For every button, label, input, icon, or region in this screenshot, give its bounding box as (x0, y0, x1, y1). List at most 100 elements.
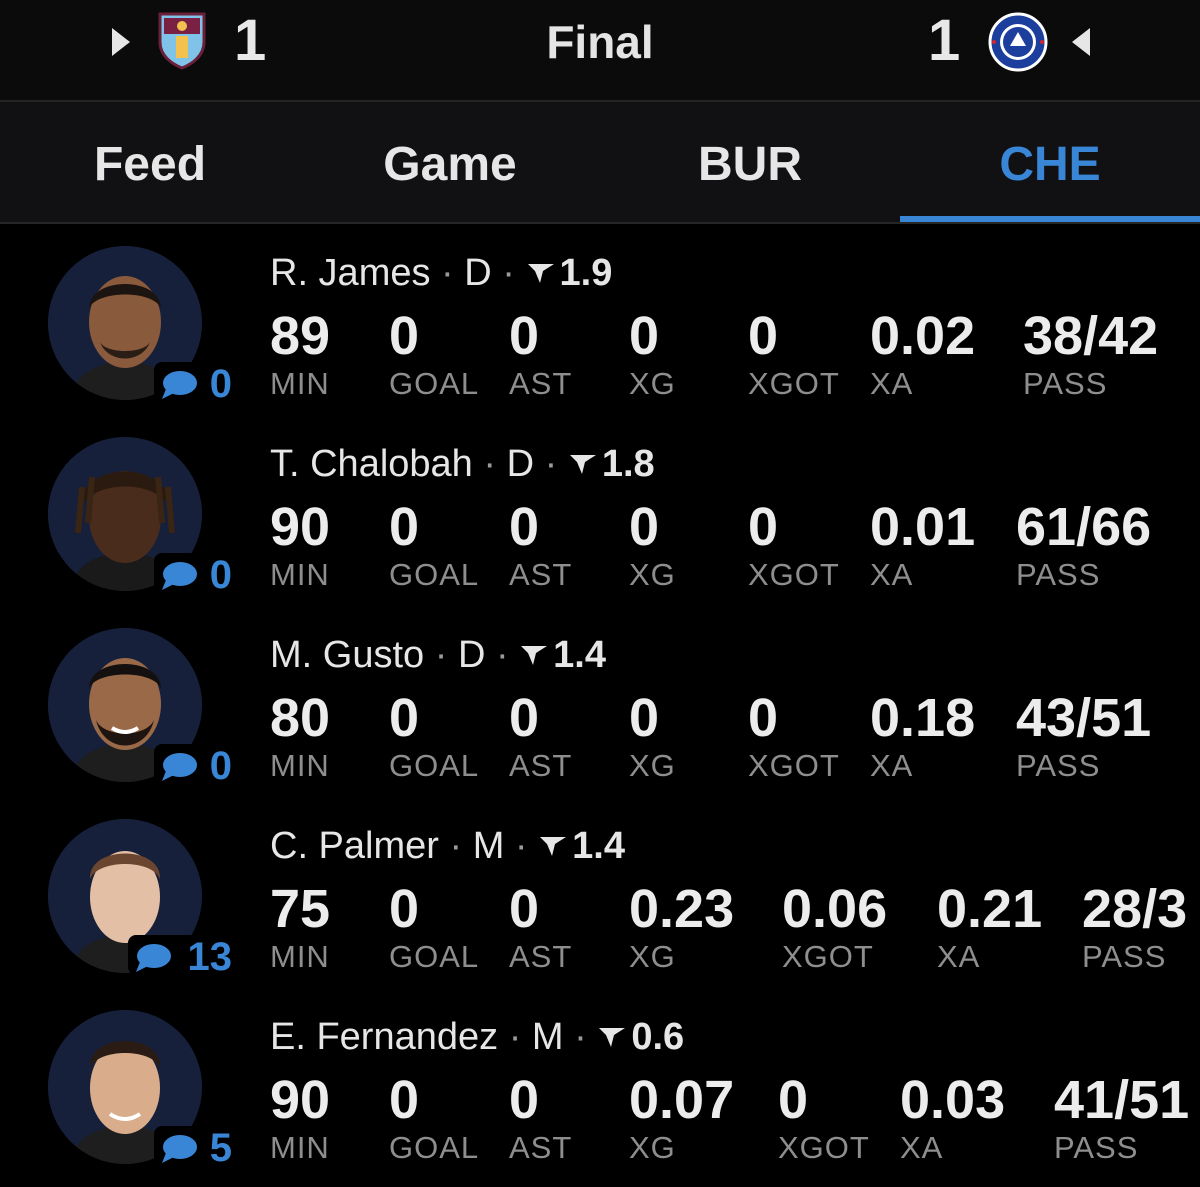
expand-left-arrow-icon[interactable] (1072, 28, 1090, 56)
stat-xa: 0.03 (900, 1070, 1006, 1130)
stat-xg: 0.07 (629, 1070, 735, 1130)
stat-pass: 43/51 (1016, 688, 1152, 748)
label-ast: AST (509, 748, 573, 783)
rating-flag-icon (521, 645, 548, 665)
label-min: MIN (270, 748, 330, 783)
comments-button[interactable]: 0 (154, 362, 232, 406)
player-name-line: R. James · D · 1.9 (270, 252, 613, 294)
stat-goal: 0 (389, 688, 420, 748)
stat-pass: 28/3 (1082, 879, 1188, 939)
label-xa: XA (900, 1130, 944, 1165)
label-xgot: XGOT (778, 1130, 870, 1165)
player-rating: 1.4 (572, 825, 625, 867)
tab-che[interactable]: CHE (900, 102, 1200, 222)
label-goal: GOAL (389, 1130, 480, 1165)
label-xa: XA (870, 557, 914, 592)
rating-flag-icon (527, 263, 554, 283)
stat-xg: 0 (629, 306, 660, 366)
stat-xgot: 0 (748, 688, 779, 748)
label-ast: AST (509, 366, 573, 401)
label-xg: XG (629, 1130, 676, 1165)
rating-flag-icon (599, 1027, 626, 1047)
player-position: D (457, 634, 486, 676)
stat-goal: 0 (389, 306, 420, 366)
comment-bubble-icon (162, 753, 197, 781)
active-tab-indicator (900, 216, 1200, 222)
comments-button[interactable]: 13 (128, 935, 232, 979)
player-name: M. Gusto (270, 634, 425, 676)
stat-ast: 0 (509, 306, 540, 366)
player-name-line: C. Palmer · M · 1.4 (270, 825, 625, 867)
stat-pass: 38/42 (1023, 306, 1159, 366)
player-row[interactable]: 13 C. Palmer · M · 1.4 75 0 0 0.23 0.06 … (0, 797, 1200, 988)
label-xa: XA (870, 748, 914, 783)
label-pass: PASS (1016, 748, 1101, 783)
label-goal: GOAL (389, 748, 480, 783)
comments-button[interactable]: 0 (154, 553, 232, 597)
comments-button[interactable]: 0 (154, 744, 232, 788)
label-goal: GOAL (389, 557, 480, 592)
comment-count: 13 (187, 935, 233, 979)
player-name: R. James (270, 252, 431, 294)
player-name-line: M. Gusto · D · 1.4 (270, 634, 606, 676)
label-pass: PASS (1023, 366, 1108, 401)
stat-min: 90 (270, 497, 331, 557)
stat-ast: 0 (509, 1070, 540, 1130)
label-pass: PASS (1016, 557, 1101, 592)
player-row[interactable]: 0 R. James · D · 1.9 89 0 0 0 0 0.02 38/… (0, 224, 1200, 415)
player-row[interactable]: 5 E. Fernandez · M · 0.6 90 0 0 0.07 0 0… (0, 988, 1200, 1179)
player-rating: 1.9 (559, 252, 613, 294)
label-ast: AST (509, 939, 573, 974)
stat-xgot: 0.06 (782, 879, 888, 939)
comment-count: 0 (209, 362, 232, 406)
score-bar: 1 Final 1 (0, 0, 1200, 102)
label-min: MIN (270, 1130, 330, 1165)
label-xa: XA (937, 939, 981, 974)
player-position: M (472, 825, 505, 867)
label-goal: GOAL (389, 939, 480, 974)
stat-xa: 0.18 (870, 688, 976, 748)
away-score: 1 (928, 8, 961, 73)
label-min: MIN (270, 557, 330, 592)
comment-bubble-icon (162, 1135, 197, 1163)
comment-count: 5 (209, 1126, 232, 1170)
comment-count: 0 (209, 744, 232, 788)
label-xgot: XGOT (748, 366, 840, 401)
stat-xgot: 0 (748, 306, 779, 366)
tab-bur[interactable]: BUR (600, 102, 900, 222)
player-position: D (464, 252, 492, 294)
stat-xgot: 0 (748, 497, 779, 557)
comment-bubble-icon (162, 371, 197, 399)
label-min: MIN (270, 366, 330, 401)
label-pass: PASS (1082, 939, 1167, 974)
stat-pass: 41/51 (1054, 1070, 1190, 1130)
tab-game[interactable]: Game (300, 102, 600, 222)
rating-flag-icon (569, 454, 596, 474)
stat-min: 75 (270, 879, 331, 939)
comment-bubble-icon (162, 562, 197, 590)
stat-xg: 0 (629, 497, 660, 557)
label-goal: GOAL (389, 366, 480, 401)
comments-button[interactable]: 5 (154, 1126, 232, 1170)
label-min: MIN (270, 939, 330, 974)
stat-xg: 0.23 (629, 879, 735, 939)
stat-goal: 0 (389, 879, 420, 939)
player-row[interactable]: 0 T. Chalobah · D · 1.8 90 0 0 0 0 0.01 … (0, 415, 1200, 606)
label-xgot: XGOT (748, 557, 840, 592)
label-pass: PASS (1054, 1130, 1139, 1165)
label-ast: AST (509, 557, 573, 592)
tab-feed[interactable]: Feed (0, 102, 300, 222)
player-row[interactable]: 0 M. Gusto · D · 1.4 80 0 0 0 0 0.18 43/… (0, 606, 1200, 797)
chelsea-crest-icon (988, 12, 1048, 72)
player-name: C. Palmer (270, 825, 439, 867)
stat-xa: 0.02 (870, 306, 976, 366)
stat-ast: 0 (509, 688, 540, 748)
comment-bubble-icon (136, 944, 171, 972)
player-name-line: E. Fernandez · M · 0.6 (270, 1016, 685, 1058)
label-xg: XG (629, 939, 676, 974)
label-xgot: XGOT (782, 939, 874, 974)
player-rating: 1.4 (553, 634, 606, 676)
label-xg: XG (629, 748, 676, 783)
player-name: E. Fernandez (270, 1016, 499, 1058)
stat-xg: 0 (629, 688, 660, 748)
